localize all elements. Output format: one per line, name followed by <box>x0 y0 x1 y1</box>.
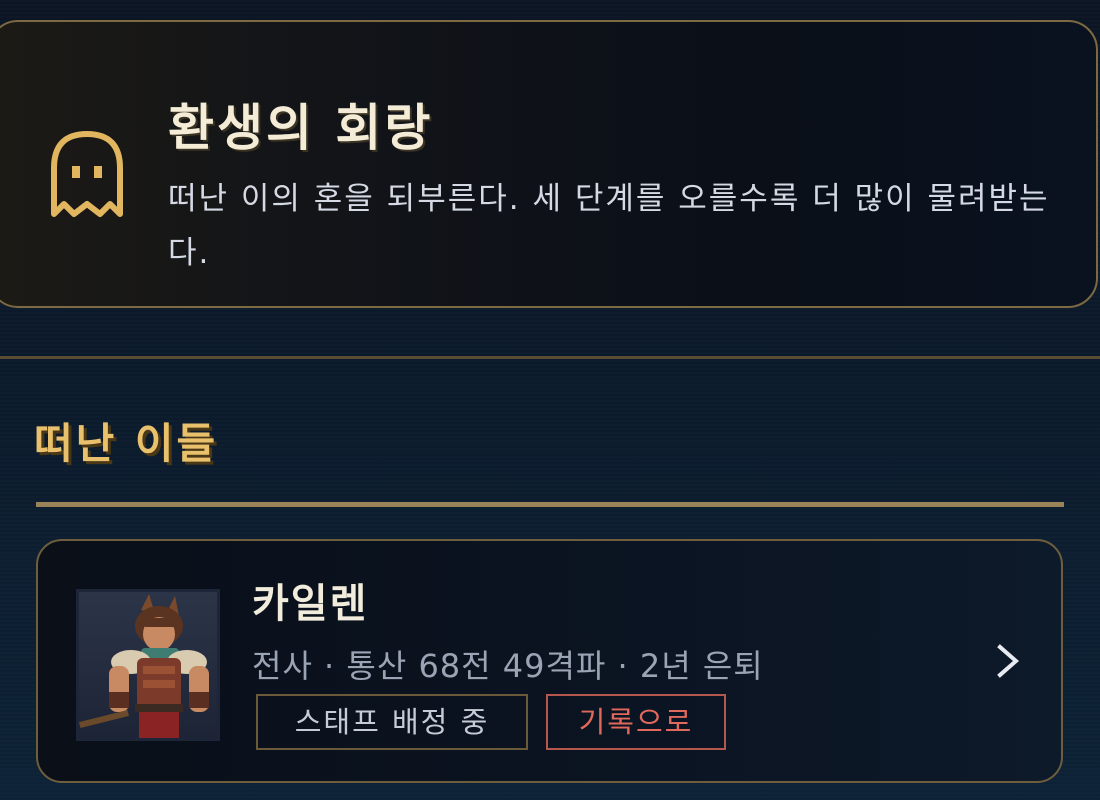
character-stats: 전사 · 통산 68전 49격파 · 2년 은퇴 <box>252 647 764 685</box>
banner-title: 환생의 회랑 <box>168 99 434 157</box>
departed-character-card[interactable]: 카일렌 전사 · 통산 68전 49격파 · 2년 은퇴 스태프 배정 중 기록… <box>36 539 1063 783</box>
chevron-right-icon[interactable] <box>994 643 1022 679</box>
character-name: 카일렌 <box>252 581 369 627</box>
staff-assigned-badge: 스태프 배정 중 <box>256 694 528 750</box>
to-record-button[interactable]: 기록으로 <box>546 694 726 750</box>
section-divider <box>36 502 1064 507</box>
rebirth-corridor-banner: 환생의 회랑 떠난 이의 혼을 되부른다. 세 단계를 오를수록 더 많이 물려… <box>0 20 1098 308</box>
banner-description: 떠난 이의 혼을 되부른다. 세 단계를 오를수록 더 많이 물려받는다. <box>168 181 1050 271</box>
ghost-icon <box>51 131 123 217</box>
warrior-portrait-image <box>79 594 209 738</box>
character-portrait <box>76 589 220 741</box>
divider <box>0 356 1100 359</box>
section-title: 떠난 이들 <box>34 419 219 468</box>
